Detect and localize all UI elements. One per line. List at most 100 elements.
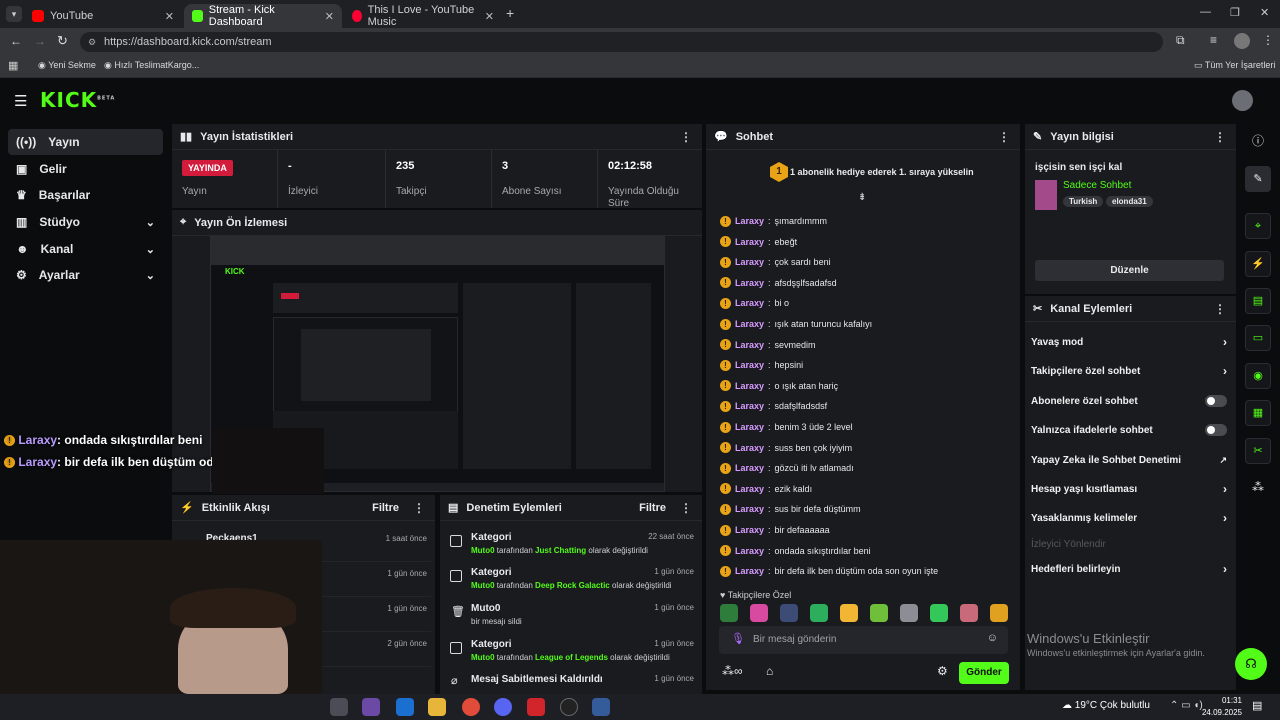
more-icon[interactable]: ⋮ — [1214, 130, 1226, 144]
target-rail-icon[interactable]: ⌖ — [1245, 213, 1271, 239]
chat-username[interactable]: Laraxy — [735, 237, 764, 247]
kick-logo[interactable]: KICKBETA — [40, 88, 115, 112]
reload-icon[interactable]: ↻ — [57, 33, 68, 49]
chat-rail-icon[interactable]: ▭ — [1245, 325, 1271, 351]
sidebar-item-studyo[interactable]: ▥ Stüdyo ⌄ — [8, 209, 163, 235]
goals-row[interactable]: Hedefleri belirleyin › — [1031, 561, 1227, 577]
chat-username[interactable]: Laraxy — [735, 484, 764, 494]
chat-username[interactable]: Laraxy — [735, 298, 764, 308]
restore-icon[interactable]: ❐ — [1230, 6, 1240, 19]
weather-widget[interactable]: ☁ 19°C Çok bulutlu — [1062, 700, 1150, 711]
hamburger-icon[interactable]: ☰ — [14, 92, 27, 110]
emote-1[interactable] — [720, 604, 738, 622]
tab-list-icon[interactable]: ▾ — [6, 6, 22, 22]
support-chat-icon[interactable]: ☊ — [1235, 648, 1267, 680]
tab-youtube-music[interactable]: This I Love - YouTube Music ✕ — [344, 4, 502, 28]
more-icon[interactable]: ⋮ — [680, 501, 692, 515]
category-link[interactable]: Sadece Sohbet — [1063, 180, 1131, 191]
app-icon[interactable] — [527, 698, 545, 716]
broadcast-rail-icon[interactable]: ◉ — [1245, 363, 1271, 389]
forward-icon[interactable]: → — [34, 34, 46, 48]
points-icon[interactable]: ⁂∞ — [722, 664, 743, 678]
close-tab-icon[interactable]: ✕ — [165, 10, 174, 23]
send-button[interactable]: Gönder — [959, 662, 1009, 684]
emote-10[interactable] — [990, 604, 1008, 622]
filter-button[interactable]: Filtre — [372, 502, 399, 514]
folder-icon[interactable] — [428, 698, 446, 716]
emote-7[interactable] — [900, 604, 918, 622]
sidebar-item-kanal[interactable]: ☻ Kanal ⌄ — [8, 236, 163, 262]
back-icon[interactable]: ← — [10, 34, 22, 48]
slow-mode-row[interactable]: Yavaş mod › — [1031, 334, 1227, 350]
chat-username[interactable]: Laraxy — [735, 504, 764, 514]
all-bookmarks[interactable]: ▭ Tüm Yer İşaretleri — [1194, 60, 1275, 71]
chat-input[interactable]: 🎙 Bir mesaj gönderin ☺ — [719, 626, 1008, 654]
banned-words-row[interactable]: Yasaklanmış kelimeler › — [1031, 510, 1227, 526]
sidebar-item-yayin[interactable]: ((•)) Yayın — [8, 129, 163, 155]
emote-8[interactable] — [930, 604, 948, 622]
media-icon[interactable]: ≡ — [1210, 33, 1217, 47]
chat-username[interactable]: Laraxy — [735, 463, 764, 473]
apps-grid-icon[interactable]: ▦ — [8, 59, 18, 72]
grid-rail-icon[interactable]: ▦ — [1245, 400, 1271, 426]
account-age-row[interactable]: Hesap yaşı kısıtlaması › — [1031, 481, 1227, 497]
chat-settings-icon[interactable]: ⚙ — [937, 664, 948, 678]
points-rail-icon[interactable]: ⁂ — [1252, 480, 1264, 494]
discord-icon[interactable] — [494, 698, 512, 716]
gift-icon[interactable]: ⌂ — [766, 664, 773, 678]
tray-icons[interactable]: ⌃ ▭ ◖) — [1170, 700, 1203, 711]
sidebar-item-gelir[interactable]: ▣ Gelir — [8, 156, 163, 182]
chat-username[interactable]: Laraxy — [735, 525, 764, 535]
chat-username[interactable]: Laraxy — [735, 340, 764, 350]
sidebar-item-basarilar[interactable]: ♛ Başarılar — [8, 182, 163, 208]
address-bar[interactable]: ⚙ https://dashboard.kick.com/stream — [80, 32, 1163, 52]
notifications-icon[interactable]: ▤ — [1252, 699, 1262, 712]
emote-3[interactable] — [780, 604, 798, 622]
extensions-icon[interactable]: ⧉ — [1176, 33, 1185, 48]
emote-2[interactable] — [750, 604, 768, 622]
site-info-icon[interactable]: ⚙ — [88, 32, 96, 52]
chrome-icon[interactable] — [462, 698, 480, 716]
chat-username[interactable]: Laraxy — [735, 381, 764, 391]
chat-username[interactable]: Laraxy — [735, 257, 764, 267]
profile-avatar[interactable] — [1234, 33, 1250, 49]
follower-only-row[interactable]: Takipçilere özel sohbet › — [1031, 363, 1227, 379]
steam-icon[interactable] — [592, 698, 610, 716]
bookmark-cargo[interactable]: ◉ Hızlı TeslimatKargo... — [104, 60, 199, 71]
close-tab-icon[interactable]: ✕ — [485, 10, 494, 23]
menu-icon[interactable]: ⋮ — [1262, 33, 1274, 47]
copilot-icon[interactable] — [362, 698, 380, 716]
minimize-icon[interactable]: — — [1200, 6, 1211, 18]
new-tab-icon[interactable]: + — [506, 5, 514, 21]
chat-username[interactable]: Laraxy — [735, 319, 764, 329]
tab-youtube[interactable]: YouTube ✕ — [24, 4, 182, 28]
more-icon[interactable]: ⋮ — [680, 130, 692, 144]
emoji-icon[interactable]: ☺ — [987, 632, 998, 644]
chat-username[interactable]: Laraxy — [735, 566, 764, 576]
obs-icon[interactable] — [560, 698, 578, 716]
emote-only-toggle[interactable] — [1205, 424, 1227, 436]
file-explorer-icon[interactable] — [330, 698, 348, 716]
outlook-icon[interactable] — [396, 698, 414, 716]
more-icon[interactable]: ⋮ — [998, 130, 1010, 144]
filter-button[interactable]: Filtre — [639, 502, 666, 514]
wrench-rail-icon[interactable]: ✂ — [1245, 438, 1271, 464]
chat-username[interactable]: Laraxy — [735, 278, 764, 288]
more-icon[interactable]: ⋮ — [1214, 302, 1226, 316]
chat-username[interactable]: Laraxy — [735, 546, 764, 556]
lightning-rail-icon[interactable]: ⚡ — [1245, 251, 1271, 277]
info-icon[interactable]: ⓘ — [1252, 132, 1264, 149]
emote-5[interactable] — [840, 604, 858, 622]
emote-6[interactable] — [870, 604, 888, 622]
mic-icon[interactable]: 🎙 — [731, 632, 745, 645]
pinned-sub-goal[interactable]: 1 1 abonelik hediye ederek 1. sıraya yük… — [706, 152, 1020, 192]
chat-username[interactable]: Laraxy — [735, 216, 764, 226]
chat-username[interactable]: Laraxy — [735, 422, 764, 432]
chat-username[interactable]: Laraxy — [735, 360, 764, 370]
collapse-icon[interactable]: ⇟ — [858, 192, 866, 203]
close-tab-icon[interactable]: ✕ — [325, 10, 334, 23]
edit-rail-icon[interactable]: ✎ — [1245, 166, 1271, 192]
chat-username[interactable]: Laraxy — [735, 401, 764, 411]
close-window-icon[interactable]: ✕ — [1260, 6, 1269, 19]
user-avatar[interactable] — [1232, 90, 1253, 111]
